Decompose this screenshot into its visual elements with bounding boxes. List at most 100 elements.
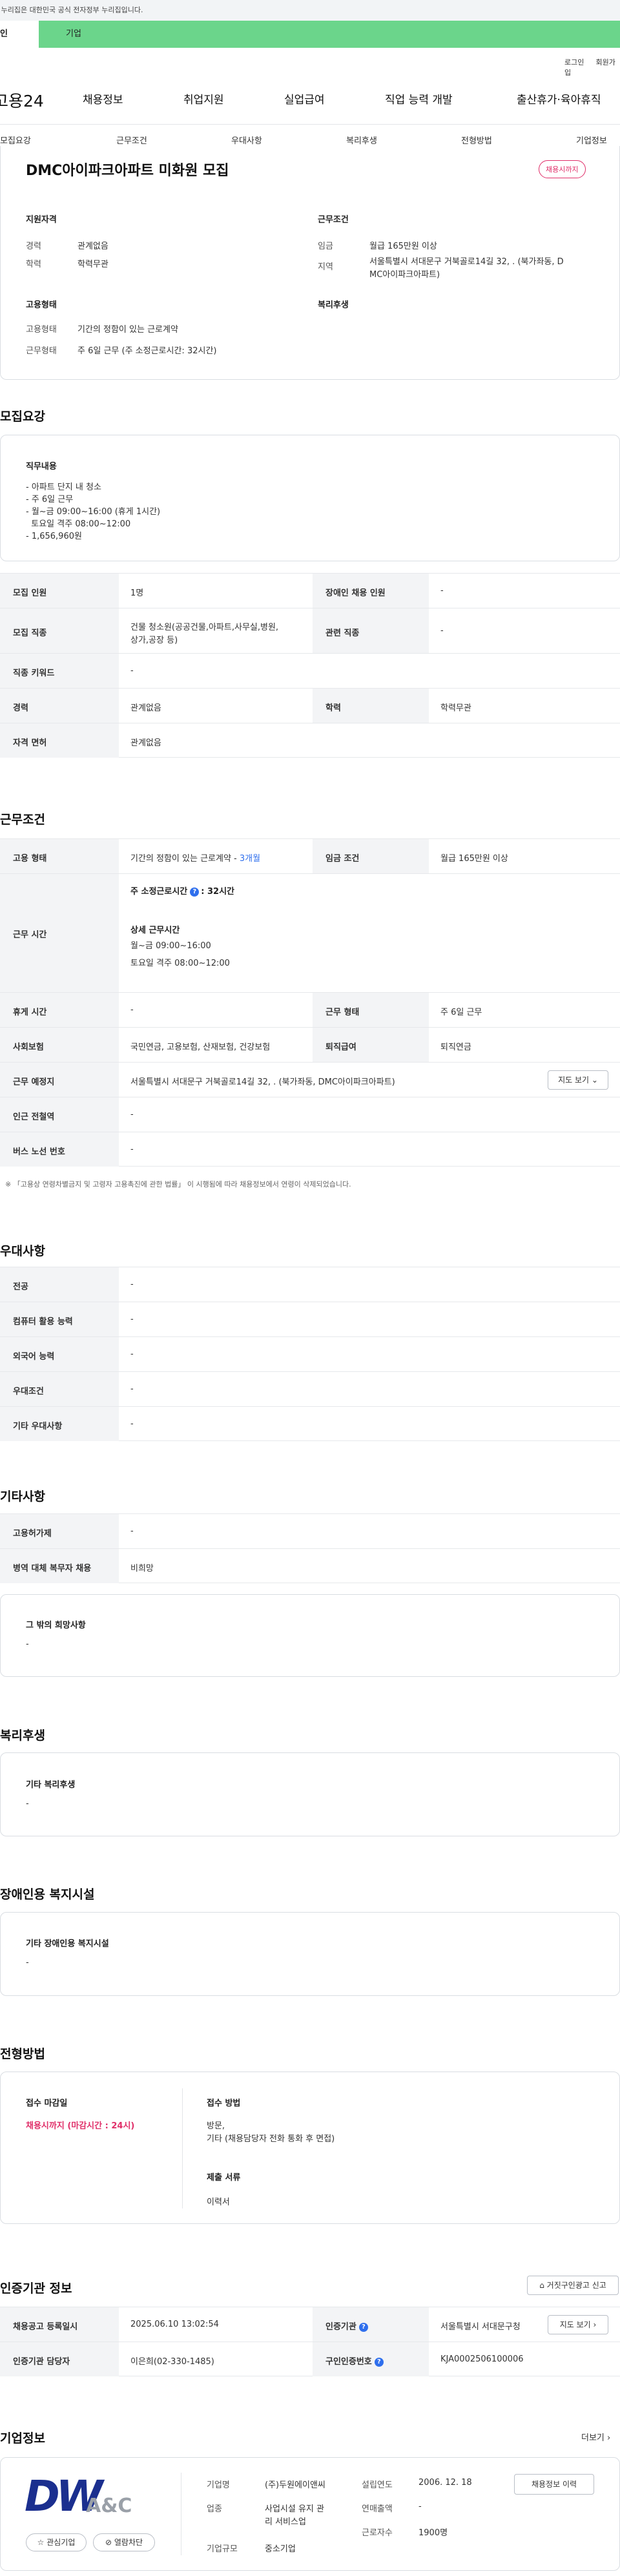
table-row: 우대조건 -: [0, 1371, 620, 1406]
qual-label: 경력: [26, 242, 41, 251]
table-cell: -: [130, 1314, 134, 1324]
company-field-value: -: [418, 2502, 422, 2511]
favorite-company-button[interactable]: ☆ 관심기업: [26, 2533, 87, 2551]
block-label: 열람차단: [114, 2538, 143, 2547]
duty-line: - 아파트 단지 내 청소: [26, 483, 101, 492]
job-history-button[interactable]: 채용정보 이력: [514, 2474, 594, 2495]
age-notice: ※ 「고용상 연령차별금지 및 고령자 고용촉진에 관한 법률」 이 시행됨에 …: [5, 1180, 351, 1189]
company-field-value: 1900명: [418, 2528, 448, 2538]
subnav-company[interactable]: 기업정보: [576, 134, 607, 146]
table-header-cell: 병역 대체 복무자 채용: [0, 1549, 119, 1583]
subnav-recruit[interactable]: 모집요강: [0, 134, 31, 146]
report-false-ad-button[interactable]: ⌂ 거짓구인광고 신고: [527, 2276, 619, 2295]
company-logo: DW A&C: [25, 2471, 132, 2523]
gnb-item-jobs[interactable]: 채용정보: [83, 90, 123, 107]
gnb-item-employment-support[interactable]: 취업지원: [183, 90, 224, 107]
gov-notice-banner: 이 누리집은 대한민국 공식 전자정부 누리집입니다.: [0, 0, 620, 21]
subnav-prefer[interactable]: 우대사항: [231, 134, 262, 146]
table-header-cell: 근무 형태: [313, 993, 429, 1027]
qual-value: 학력무관: [78, 260, 108, 269]
favorite-label: 관심기업: [46, 2538, 76, 2547]
map-button[interactable]: 지도 보기 ⌄: [548, 1070, 608, 1090]
duty-line: - 1,656,960원: [26, 532, 82, 541]
block-company-button[interactable]: ⊘ 열람차단: [93, 2533, 155, 2551]
table-header-cell: 채용공고 등록일시: [0, 2307, 119, 2342]
table-cell: 관계없음: [130, 703, 161, 713]
site-logo[interactable]: 고용24: [0, 88, 44, 112]
table-row: 고용 형태 기간의 정함이 있는 근로계약 - 3개월 임금 조건 월급 165…: [0, 838, 620, 873]
gnb-item-vocational-training[interactable]: 직업 능력 개발: [385, 90, 453, 107]
login-link[interactable]: 로그인: [564, 58, 584, 67]
company-field-label: 기업규모: [207, 2544, 238, 2554]
subnav-welfare[interactable]: 복리후생: [346, 134, 377, 146]
detail-hours-line: 월~금 09:00~16:00: [130, 941, 211, 951]
welfare-box-value: -: [26, 1799, 29, 1809]
welfare-box: [0, 1752, 620, 1836]
tab-person-label: 개인: [0, 29, 8, 39]
method-line: 기타 (채용담당자 전화 통화 후 면접): [207, 2134, 335, 2144]
tab-person[interactable]: 개인: [0, 21, 39, 48]
table-cell: 관계없음: [130, 738, 161, 748]
emp-value: 기간의 정함이 있는 근로계약: [78, 325, 178, 335]
emp-value: 주 6일 근무 (주 소정근로시간: 32시간): [78, 346, 217, 356]
company-logo-sub: A&C: [86, 2495, 132, 2517]
table-cell: 이은희(02-330-1485): [130, 2357, 214, 2367]
chevron-down-icon: ⌄: [591, 1075, 598, 1085]
company-field-label: 업종: [207, 2504, 222, 2514]
table-row: 직종 키워드 -: [0, 653, 620, 688]
help-icon[interactable]: ?: [374, 2357, 384, 2367]
table-cell: -: [130, 1280, 134, 1289]
company-field-value: 사업시설 유지 관: [265, 2504, 324, 2514]
gnb-item-parental-leave[interactable]: 출산휴가·육아휴직: [517, 90, 601, 107]
table-header-cell: 사회보험: [0, 1028, 119, 1062]
company-more-label: 더보기: [581, 2433, 604, 2443]
subnav-selection[interactable]: 전형방법: [461, 134, 492, 146]
table-header-cell: 모집 직종: [0, 608, 119, 653]
table-cell: -: [130, 1005, 134, 1015]
table-row: 버스 노선 번호 -: [0, 1132, 620, 1167]
cond-value: 월급 165만원 이상: [369, 242, 437, 251]
table-header-cell: 우대조건: [0, 1372, 119, 1406]
cond-value: 서울특별시 서대문구 거북골로14길 32, . (북가좌동, D: [369, 257, 564, 267]
gnb-item-unemployment-benefit[interactable]: 실업급여: [284, 90, 325, 107]
section-title-etc: 기타사항: [0, 1490, 45, 1504]
table-header-cell: 임금 조건: [313, 839, 429, 873]
table-row: 전공 -: [0, 1267, 620, 1302]
section-title-recruit: 모집요강: [0, 410, 45, 424]
table-cell: 비희망: [130, 1564, 154, 1574]
cond-label: 지역: [318, 262, 333, 272]
help-icon[interactable]: ?: [358, 2322, 368, 2332]
table-cell: -: [130, 1419, 134, 1429]
duty-line: - 월~금 09:00~16:00 (휴게 1시간): [26, 507, 161, 517]
contract-period-link[interactable]: 3개월: [240, 854, 260, 864]
tab-company[interactable]: 기업: [39, 21, 620, 48]
subnav-work[interactable]: 근무조건: [116, 134, 147, 146]
table-cell: 상가,공장 등): [130, 636, 178, 645]
company-field-label: 연매출액: [362, 2504, 393, 2514]
table-cell: 월급 165만원 이상: [440, 854, 508, 864]
help-icon[interactable]: ?: [190, 887, 200, 897]
agency-map-button[interactable]: 지도 보기 ›: [548, 2315, 608, 2334]
company-field-value: 2006. 12. 18: [418, 2478, 472, 2488]
table-cell: -: [440, 626, 444, 636]
cond-label: 임금: [318, 242, 333, 251]
table-cell: -: [130, 1349, 134, 1359]
table-row: 근무 시간 주 소정근로시간?: 32시간 상세 근무시간 월~금 09:00~…: [0, 873, 620, 992]
disabled-box-value: -: [26, 1958, 29, 1968]
etc-wish-box: [0, 1594, 620, 1677]
tab-company-label: 기업: [66, 29, 81, 39]
table-cell: 서울특별시 서대문구 거북골로14길 32, . (북가좌동, DMC아이파크아…: [130, 1077, 395, 1087]
block-icon: ⊘: [105, 2538, 112, 2547]
gov-notice-text: 이 누리집은 대한민국 공식 전자정부 누리집입니다.: [0, 6, 143, 14]
weekly-hours-label: 주 소정근로시간: [130, 887, 188, 897]
table-header-cell: 외국어 능력: [0, 1337, 119, 1371]
agency-map-label: 지도 보기: [559, 2320, 591, 2329]
company-more-link[interactable]: 더보기 ›: [581, 2431, 610, 2443]
table-row: 사회보험 국민연금, 고용보험, 산재보험, 건강보험 퇴직급여 퇴직연금: [0, 1027, 620, 1062]
table-cell: -: [130, 1384, 134, 1394]
table-header-cell: 모집 인원: [0, 574, 119, 608]
table-header-cell: 구인인증번호?: [313, 2342, 429, 2376]
section-title-welfare: 복리후생: [0, 1729, 45, 1743]
table-header-cell: 퇴직급여: [313, 1028, 429, 1062]
table-header-cell: 경력: [0, 689, 119, 723]
